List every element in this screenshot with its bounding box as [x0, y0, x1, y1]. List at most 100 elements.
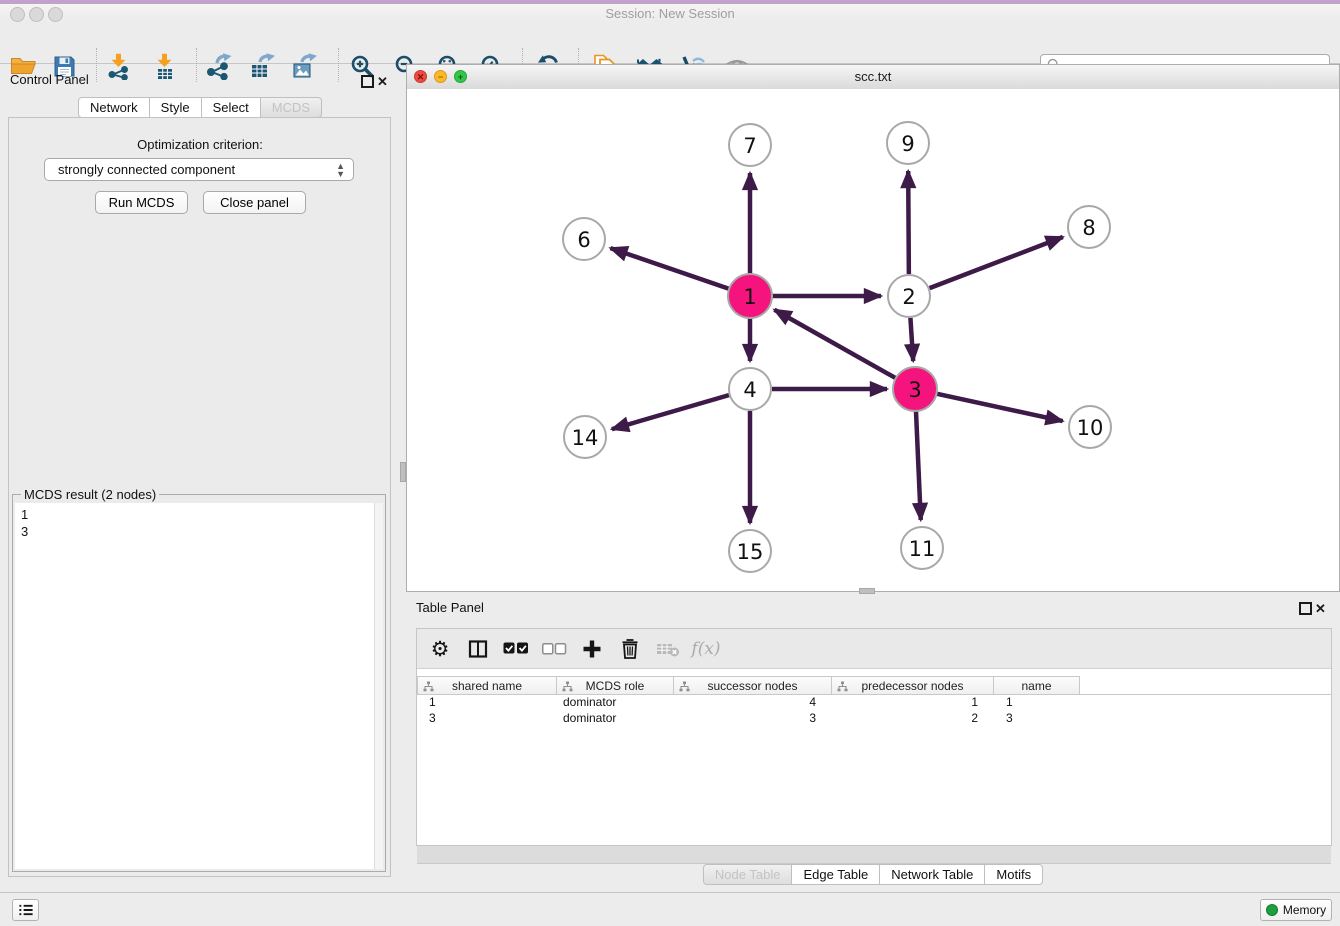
tab-style[interactable]: Style: [150, 97, 202, 118]
network-window-titlebar[interactable]: ✕ − + scc.txt: [407, 65, 1339, 90]
node-10[interactable]: 10: [1069, 406, 1111, 448]
table-row[interactable]: 1dominator411: [417, 695, 1331, 711]
control-panel-float-button[interactable]: [361, 75, 374, 93]
tab-network[interactable]: Network: [78, 97, 150, 118]
horizontal-splitter-handle[interactable]: [859, 588, 875, 594]
tab-mcds[interactable]: MCDS: [261, 97, 322, 118]
node-15[interactable]: 15: [729, 530, 771, 572]
float-icon: [361, 75, 374, 88]
select-updown-icon: ▲▼: [336, 162, 345, 178]
column-header-shared-name[interactable]: shared name: [417, 676, 557, 695]
control-panel-close-button[interactable]: ✕: [377, 73, 388, 91]
node-9[interactable]: 9: [887, 122, 929, 164]
node-label: 11: [909, 537, 936, 561]
node-4[interactable]: 4: [729, 368, 771, 410]
window-title: Session: New Session: [0, 6, 1340, 21]
table-toolbar: ⚙: [417, 629, 1331, 669]
deselect-all-icon: [542, 643, 567, 655]
edge-3-11[interactable]: [916, 411, 921, 520]
delete-table-icon: [656, 641, 680, 657]
column-header-name[interactable]: name: [994, 676, 1080, 695]
edge-2-3[interactable]: [910, 318, 913, 361]
split-panel-button[interactable]: [459, 639, 497, 659]
select-all-button[interactable]: [497, 642, 535, 655]
column-type-icon: [837, 681, 848, 692]
export-network-button[interactable]: [202, 49, 236, 83]
memory-label: Memory: [1283, 903, 1326, 917]
edge-2-9[interactable]: [908, 171, 909, 274]
deselect-all-button[interactable]: [535, 643, 573, 655]
status-bar: Memory: [0, 892, 1340, 926]
column-type-icon: [679, 681, 690, 692]
edge-3-1[interactable]: [774, 310, 895, 378]
node-7[interactable]: 7: [729, 124, 771, 166]
import-table-icon: [151, 53, 179, 80]
import-network-button[interactable]: [102, 49, 136, 83]
node-table: ⚙: [416, 628, 1332, 846]
fx-icon: f(x): [691, 639, 720, 659]
edge-1-6[interactable]: [610, 248, 729, 289]
column-header-MCDS-role[interactable]: MCDS role: [557, 676, 674, 695]
cell-predecessor-nodes: 1: [832, 695, 994, 711]
column-type-icon: [562, 681, 573, 692]
export-table-icon: [248, 53, 278, 80]
memory-button[interactable]: Memory: [1260, 899, 1332, 921]
mcds-result-item[interactable]: 3: [21, 523, 375, 540]
close-icon: ✕: [377, 74, 388, 89]
import-table-button[interactable]: [148, 49, 182, 83]
node-14[interactable]: 14: [564, 416, 606, 458]
node-label: 8: [1082, 216, 1095, 240]
close-panel-button[interactable]: Close panel: [203, 191, 306, 214]
node-1[interactable]: 1: [728, 274, 772, 318]
main-toolbar: [0, 22, 1340, 64]
node-label: 2: [902, 285, 915, 309]
column-header-successor-nodes[interactable]: successor nodes: [674, 676, 832, 695]
table-settings-button[interactable]: ⚙: [421, 637, 459, 661]
table-panel-float-button[interactable]: [1299, 602, 1312, 620]
delete-button[interactable]: [611, 638, 649, 659]
close-icon: ✕: [1315, 601, 1326, 616]
export-table-button[interactable]: [246, 49, 280, 83]
list-icon: [18, 903, 34, 917]
node-6[interactable]: 6: [563, 218, 605, 260]
float-icon: [1299, 602, 1312, 615]
control-panel-tabs: NetworkStyleSelectMCDS: [0, 97, 400, 118]
node-label: 4: [743, 378, 756, 402]
cell-predecessor-nodes: 2: [832, 711, 994, 727]
tab-edge-table[interactable]: Edge Table: [792, 864, 880, 885]
tab-network-table[interactable]: Network Table: [880, 864, 985, 885]
table-footer-strip: [417, 846, 1331, 864]
select-all-icon: [503, 642, 529, 655]
node-2[interactable]: 2: [888, 275, 930, 317]
column-type-icon: [423, 681, 434, 692]
network-graph: 1 2 3 4 6 7 8 9 10 11 14 15: [407, 89, 1339, 591]
network-canvas[interactable]: 1 2 3 4 6 7 8 9 10 11 14 15: [407, 89, 1339, 591]
tab-select[interactable]: Select: [202, 97, 261, 118]
network-view-window: ✕ − + scc.txt 1 2 3 4 6 7 8 9 10 11 14 15: [406, 64, 1340, 592]
node-11[interactable]: 11: [901, 527, 943, 569]
export-image-button[interactable]: [288, 49, 322, 83]
node-8[interactable]: 8: [1068, 206, 1110, 248]
criterion-select[interactable]: strongly connected component ▲▼: [44, 158, 354, 181]
control-panel-title: Control Panel: [10, 72, 89, 87]
task-history-button[interactable]: [12, 899, 39, 921]
column-header-predecessor-nodes[interactable]: predecessor nodes: [832, 676, 994, 695]
toolbar-separator: [96, 48, 97, 82]
cell-MCDS-role: dominator: [557, 695, 674, 711]
add-button[interactable]: [573, 639, 611, 659]
table-panel-close-button[interactable]: ✕: [1315, 600, 1326, 618]
run-mcds-button[interactable]: Run MCDS: [95, 191, 188, 214]
mcds-result-box: MCDS result (2 nodes) 13: [12, 494, 386, 872]
mcds-result-scrollbar[interactable]: [374, 503, 383, 869]
edge-4-14[interactable]: [612, 395, 729, 429]
mcds-result-item[interactable]: 1: [21, 506, 375, 523]
mcds-result-list[interactable]: 13: [15, 503, 375, 869]
edge-2-8[interactable]: [930, 237, 1063, 288]
tab-motifs[interactable]: Motifs: [985, 864, 1043, 885]
tab-node-table[interactable]: Node Table: [703, 864, 793, 885]
node-3[interactable]: 3: [893, 367, 937, 411]
table-row[interactable]: 3dominator323: [417, 711, 1331, 727]
edge-3-10[interactable]: [936, 394, 1062, 421]
toolbar-separator: [338, 48, 339, 82]
function-builder-button-disabled: f(x): [687, 639, 725, 659]
